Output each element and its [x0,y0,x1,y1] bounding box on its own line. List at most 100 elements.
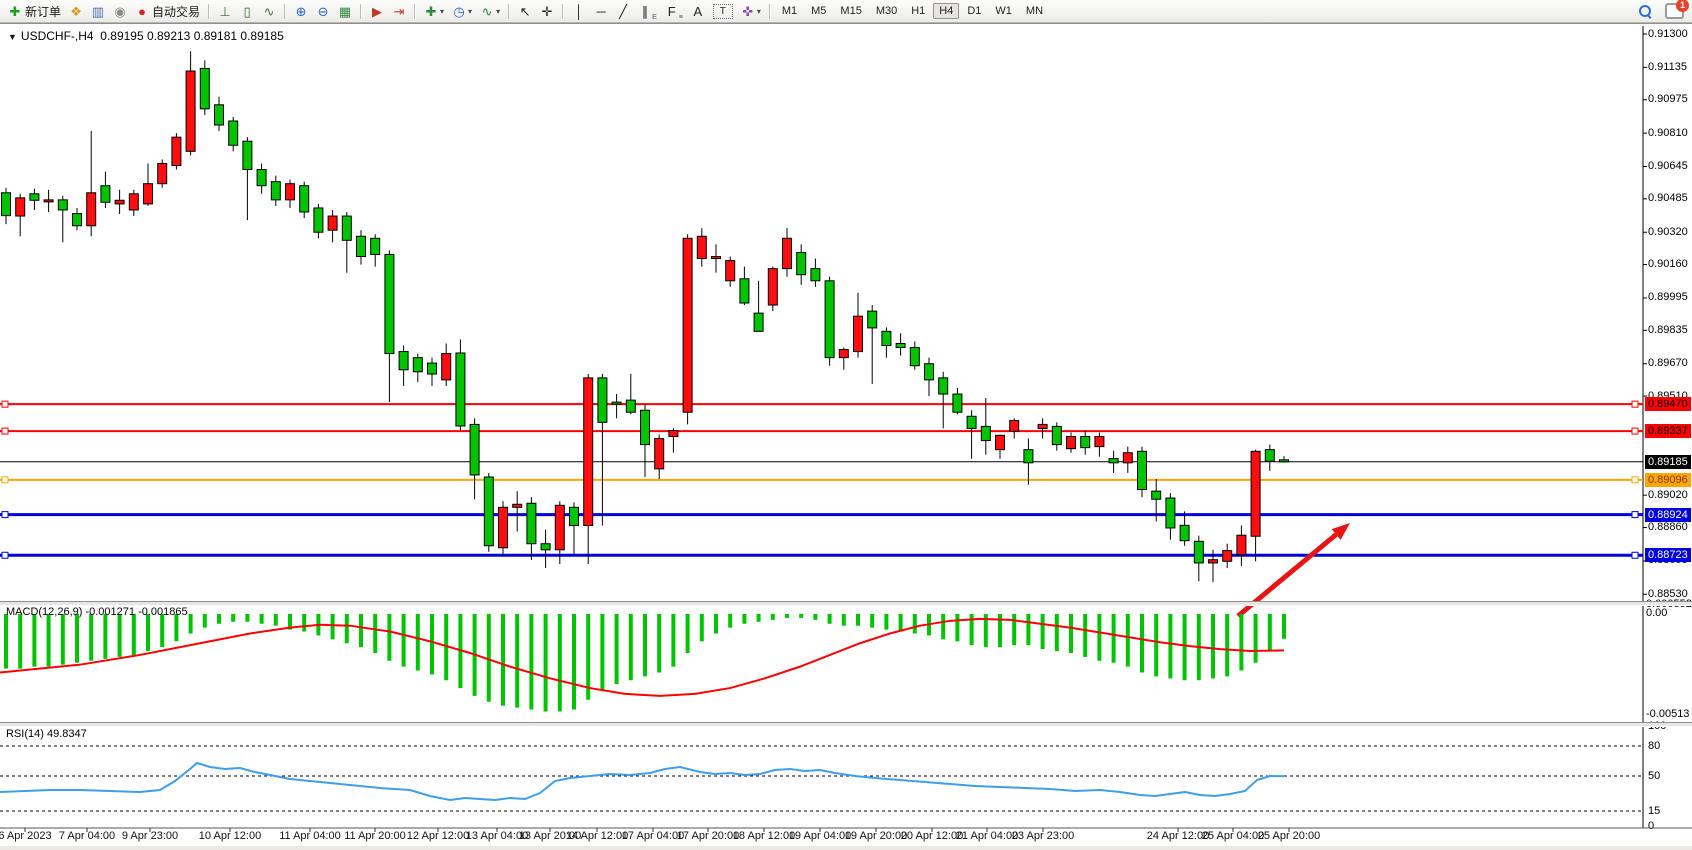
terminal-button[interactable]: ▥ [88,1,108,21]
zoom-out-button[interactable]: ⊖ [313,1,333,21]
toolbar-separator [208,4,210,19]
candle-bullish [655,439,664,469]
tf-mn[interactable]: MN [1020,3,1049,19]
chart-gold-icon: ❖ [69,5,83,18]
auto-scroll-button[interactable]: ▶ [367,1,387,21]
channel-button[interactable]: ∥E [635,1,660,21]
candle-bearish [58,200,67,210]
period-button[interactable]: ◷▾ [449,1,475,21]
candlestick-chart-button[interactable]: ▯ [237,1,257,21]
new-chart-icon: ✚ [424,5,438,18]
candle-bearish [271,182,280,200]
tf-h4[interactable]: H4 [933,3,959,19]
text-button[interactable]: A [688,1,708,21]
chevron-down-icon: ▾ [440,7,444,16]
autotrading-button[interactable]: ●自动交易 [132,1,203,21]
candle-bearish [541,544,550,550]
candle-bearish [527,503,536,543]
candle-bullish [1223,551,1232,562]
chart-shift-button[interactable]: ⇥ [389,1,409,21]
support-line-1-handle-right[interactable] [1632,512,1638,518]
line-chart-button[interactable]: ∿ [259,1,279,21]
support-line-1-price-badge: 0.88924 [1645,508,1691,522]
text-icon: A [691,5,705,18]
candle-bullish [1010,421,1019,432]
signals-icon: ◉ [113,5,127,18]
candle-bearish [1081,437,1090,448]
tf-m1[interactable]: M1 [776,3,803,19]
pivot-line-handle-left[interactable] [2,477,8,483]
trendline-button[interactable]: ╱ [613,1,633,21]
tf-w1[interactable]: W1 [989,3,1018,19]
candle-bearish [428,363,437,374]
resistance-line-1-handle-right[interactable] [1632,401,1638,407]
candle-bearish [598,378,607,423]
pane-separator-rsi[interactable] [0,722,1692,727]
tf-m5[interactable]: M5 [805,3,832,19]
candle-bearish [342,216,351,240]
candle-bullish [1095,437,1104,447]
pivot-line-handle-right[interactable] [1632,477,1638,483]
support-line-2-handle-right[interactable] [1632,552,1638,558]
support-line-1-handle-left[interactable] [2,512,8,518]
zoom-in-button[interactable]: ⊕ [291,1,311,21]
channel-icon-sub: E [652,14,657,21]
fibonacci-button[interactable]: F≡ [662,1,686,21]
candle-bearish [612,402,621,404]
candle-bullish [768,269,777,305]
arrows-icon: ✜ [741,5,755,18]
pane-separator-macd[interactable] [0,601,1692,606]
tile-windows-button[interactable]: ▦ [335,1,355,21]
candlestick-chart-icon: ▯ [240,5,254,18]
chat-icon[interactable]: 1 [1665,3,1684,19]
candle-bullish [697,236,706,258]
candle-bearish [413,358,422,372]
indicators-button[interactable]: ∿▾ [477,1,503,21]
support-line-2-handle-left[interactable] [2,552,8,558]
candle-bullish [1067,437,1076,449]
new-order-button: ✚ [8,5,22,18]
crosshair-button[interactable]: ✛ [537,1,557,21]
cursor-button[interactable]: ↖ [515,1,535,21]
candle-bullish [1251,451,1260,536]
arrows-button[interactable]: ✜▾ [738,1,764,21]
text-label-icon: T [713,4,733,19]
horizontal-line-button[interactable]: ─ [591,1,611,21]
vertical-line-icon: │ [572,5,586,18]
text-label-button[interactable]: T [710,1,736,21]
tf-h1[interactable]: H1 [905,3,931,19]
candle-bearish [484,477,493,546]
channel-icon: ∥ [638,5,652,18]
chart-collapse-icon[interactable]: ▼ [8,32,17,42]
chart-window[interactable]: ▼USDCHF-,H4 0.89195 0.89213 0.89181 0.89… [0,23,1692,850]
signals-button[interactable]: ◉ [110,1,130,21]
candle-bullish [1123,453,1132,463]
current-price-line-price-badge: 0.89185 [1645,455,1691,469]
search-icon[interactable] [1639,5,1651,17]
indicators-icon: ∿ [480,5,494,18]
bar-chart-button[interactable]: ⊥ [215,1,235,21]
candle-bearish [243,141,252,169]
new-order-button[interactable]: ✚新订单 [5,1,64,21]
candle-bullish [712,257,721,259]
resistance-line-2-handle-left[interactable] [2,428,8,434]
candle-bearish [1166,498,1175,528]
tf-d1[interactable]: D1 [961,3,987,19]
candle-bearish [896,343,905,347]
new-chart-button[interactable]: ✚▾ [421,1,447,21]
tf-m30[interactable]: M30 [870,3,903,19]
candle-bullish [158,163,167,183]
chart-gold-button[interactable]: ❖ [66,1,86,21]
toolbar: ✚新订单❖▥◉●自动交易⊥▯∿⊕⊖▦▶⇥✚▾◷▾∿▾↖✛│─╱∥EF≡AT✜▾M… [0,0,1692,23]
rsi-line [0,763,1284,800]
candle-bullish [1038,424,1047,428]
candle-bearish [1180,525,1189,540]
resistance-line-1-handle-left[interactable] [2,401,8,407]
vertical-line-button[interactable]: │ [569,1,589,21]
chart-title: ▼USDCHF-,H4 0.89195 0.89213 0.89181 0.89… [8,29,284,43]
tf-m15[interactable]: M15 [834,3,867,19]
candle-bearish [470,424,479,475]
resistance-line-2-handle-right[interactable] [1632,428,1638,434]
zoom-in-icon: ⊕ [294,5,308,18]
candle-bullish [854,316,863,351]
